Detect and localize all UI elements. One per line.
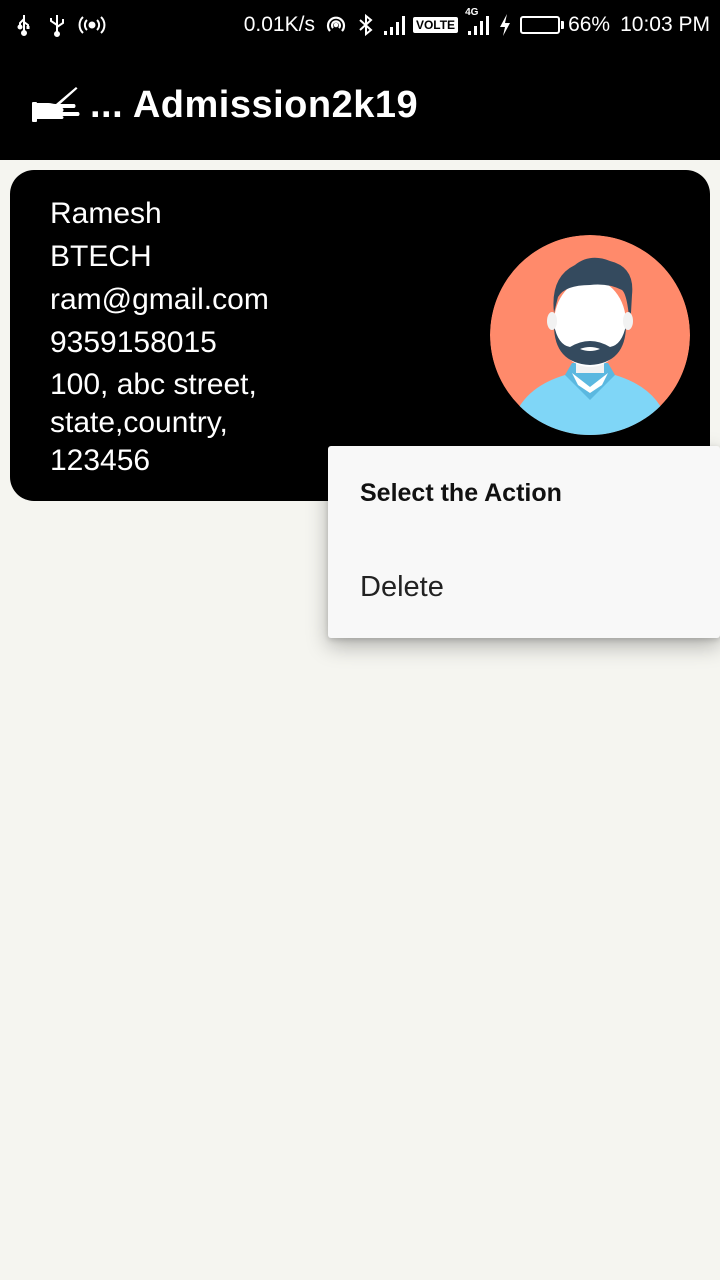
status-bar-right: 0.01K/s VOLTE 4G 66% 10:03 PM [243, 7, 710, 39]
battery-icon [520, 16, 565, 34]
student-phone: 9359158015 [50, 326, 217, 359]
clock: 10:03 PM [620, 13, 710, 36]
student-course: BTECH [50, 240, 152, 273]
wifi-hotspot-icon [323, 13, 349, 37]
hotspot-icon [78, 13, 106, 37]
delete-menu-item[interactable]: Delete [360, 571, 444, 604]
app-title: ... Admission2k19 [90, 83, 419, 126]
network-type-label: 4G [465, 7, 479, 18]
net-speed: 0.01K/s [243, 13, 315, 36]
writing-hand-icon [32, 85, 82, 125]
student-info: Ramesh BTECH ram@gmail.com 9359158015 10… [50, 192, 450, 480]
usb-debug-icon [12, 13, 36, 37]
bluetooth-icon [357, 13, 375, 37]
address-line-3: 123456 [50, 444, 151, 477]
status-bar-left [12, 11, 106, 39]
context-menu: Select the Action Delete [328, 446, 720, 638]
charging-icon [498, 13, 512, 37]
signal-4g-icon: 4G [465, 7, 490, 37]
student-email: ram@gmail.com [50, 283, 269, 316]
signal-icon [383, 14, 405, 36]
context-menu-title: Select the Action [360, 479, 562, 507]
address-line-1: 100, abc street, [50, 368, 257, 401]
student-address: 100, abc street, state,country, 123456 [50, 366, 310, 480]
battery-percent: 66% [568, 13, 611, 36]
status-bar: 0.01K/s VOLTE 4G 66% 10:03 PM [0, 0, 720, 50]
usb-icon [46, 13, 68, 37]
student-name: Ramesh [50, 197, 162, 230]
volte-badge: VOLTE [412, 17, 459, 33]
address-line-2: state,country, [50, 406, 228, 439]
app-bar: ... Admission2k19 [0, 50, 720, 160]
male-avatar-icon [490, 235, 690, 435]
